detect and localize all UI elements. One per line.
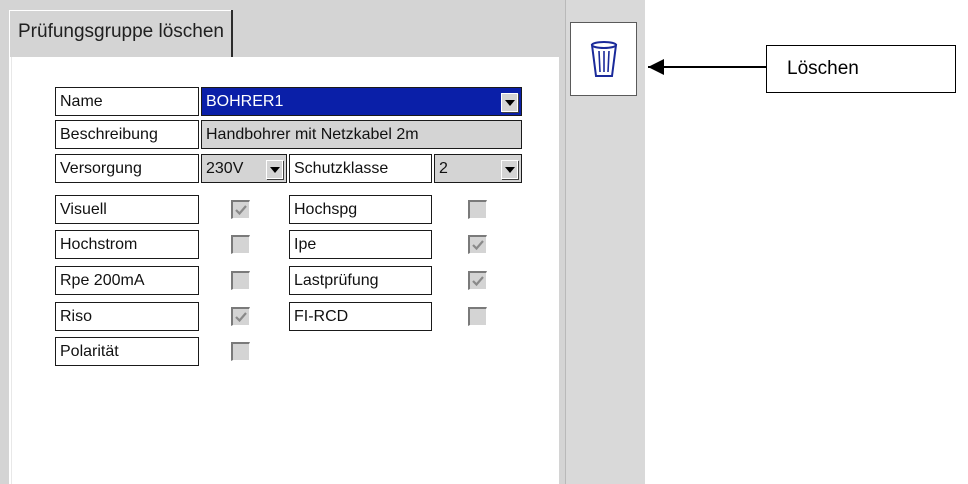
supply-value: 230V bbox=[206, 160, 244, 177]
checkmark-icon bbox=[235, 312, 247, 323]
test-label-visuell: Visuell bbox=[55, 195, 199, 224]
checkbox-visuell[interactable] bbox=[231, 200, 250, 219]
checkmark-icon bbox=[235, 205, 247, 216]
test-label-lastpruefung: Lastprüfung bbox=[289, 266, 432, 295]
chevron-down-icon bbox=[266, 160, 283, 179]
tab-pruefungsgruppe-loeschen[interactable]: Prüfungsgruppe löschen bbox=[9, 10, 233, 57]
supply-select[interactable]: 230V bbox=[201, 154, 287, 183]
checkbox-riso[interactable] bbox=[231, 307, 250, 326]
checkbox-hochstrom[interactable] bbox=[231, 235, 250, 254]
protection-class-value: 2 bbox=[439, 160, 448, 177]
test-label-polaritaet: Polarität bbox=[55, 337, 199, 366]
test-label-fi-rcd: FI-RCD bbox=[289, 302, 432, 331]
test-label-ipe: Ipe bbox=[289, 230, 432, 259]
checkmark-icon bbox=[472, 240, 484, 251]
checkbox-rpe[interactable] bbox=[231, 271, 250, 290]
chevron-down-icon bbox=[501, 160, 518, 179]
description-field[interactable]: Handbohrer mit Netzkabel 2m bbox=[201, 120, 522, 149]
test-label-hochspg: Hochspg bbox=[289, 195, 432, 224]
device-screen: Prüfungsgruppe löschen Name BOHRER1 Besc… bbox=[0, 0, 645, 484]
checkbox-hochspg[interactable] bbox=[468, 200, 487, 219]
description-label: Beschreibung bbox=[55, 120, 199, 149]
checkbox-polaritaet[interactable] bbox=[231, 342, 250, 361]
supply-label: Versorgung bbox=[55, 154, 199, 183]
checkbox-fi-rcd[interactable] bbox=[468, 307, 487, 326]
arrow-left-icon bbox=[648, 59, 664, 75]
name-value: BOHRER1 bbox=[206, 93, 284, 110]
name-select[interactable]: BOHRER1 bbox=[201, 87, 522, 116]
trash-icon bbox=[590, 41, 617, 77]
protection-class-label: Schutzklasse bbox=[289, 154, 432, 183]
test-label-hochstrom: Hochstrom bbox=[55, 230, 199, 259]
name-label: Name bbox=[55, 87, 199, 116]
checkbox-ipe[interactable] bbox=[468, 235, 487, 254]
test-label-rpe: Rpe 200mA bbox=[55, 266, 199, 295]
delete-button[interactable] bbox=[570, 22, 637, 96]
checkmark-icon bbox=[472, 276, 484, 287]
callout-arrow-line bbox=[648, 66, 766, 68]
protection-class-select[interactable]: 2 bbox=[434, 154, 522, 183]
test-label-riso: Riso bbox=[55, 302, 199, 331]
checkbox-lastpruefung[interactable] bbox=[468, 271, 487, 290]
callout-loeschen: Löschen bbox=[766, 45, 956, 93]
chevron-down-icon bbox=[501, 93, 518, 112]
